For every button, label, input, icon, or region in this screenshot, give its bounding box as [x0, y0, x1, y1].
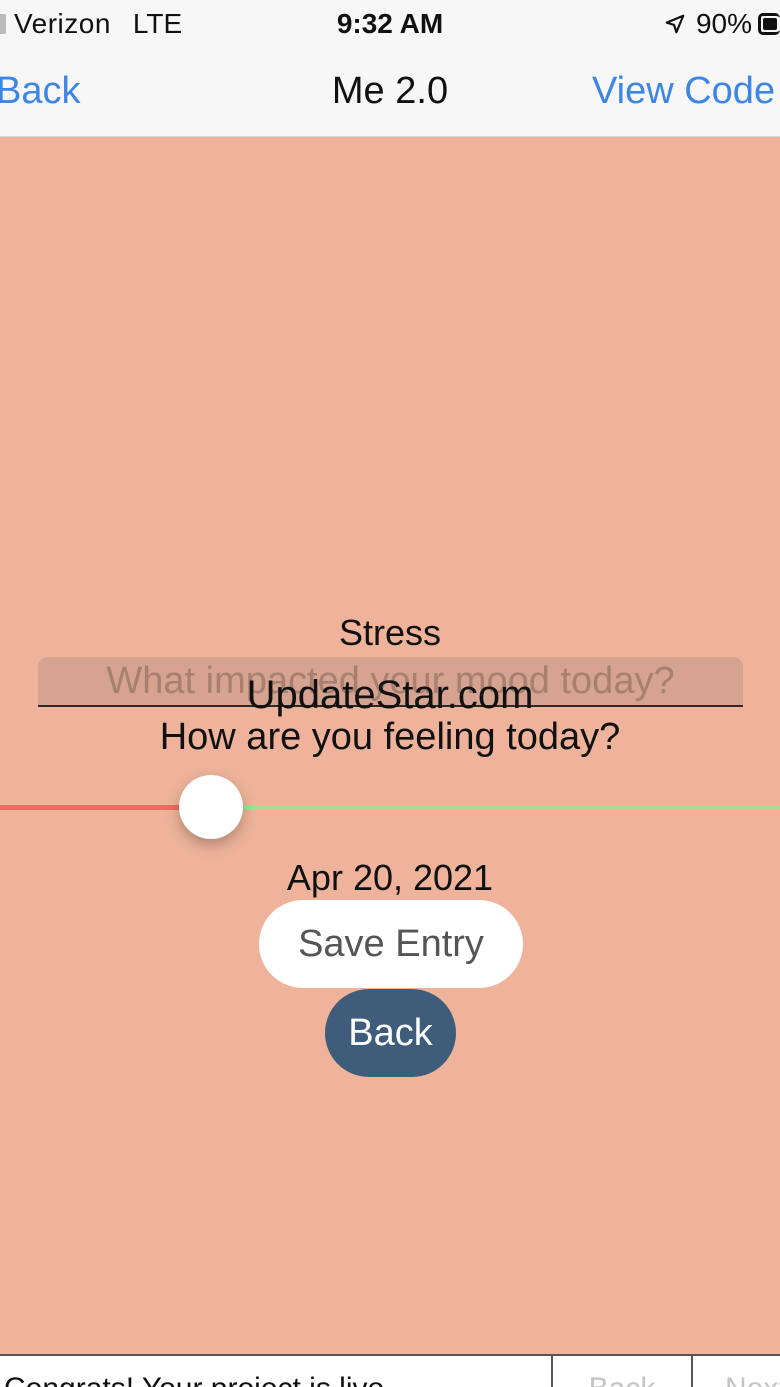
bottom-banner: Congrats! Your project is live. Back Nex…	[0, 1354, 780, 1387]
navigation-bar: Back Me 2.0 View Code	[0, 50, 780, 137]
mood-slider[interactable]	[0, 775, 780, 839]
app-screen: Verizon LTE 9:32 AM 90% Back Me 2.0 View…	[0, 0, 780, 1387]
status-bar: Verizon LTE 9:32 AM 90%	[0, 0, 780, 50]
feeling-question: How are you feeling today?	[159, 716, 621, 758]
save-entry-button[interactable]: Save Entry	[259, 900, 523, 988]
mood-reason-input[interactable]	[38, 657, 743, 707]
battery-icon	[758, 13, 780, 35]
banner-next-button[interactable]: Next	[691, 1356, 780, 1387]
slider-track-max	[211, 805, 780, 810]
mood-label: Stress	[338, 612, 442, 653]
view-code-button[interactable]: View Code	[592, 70, 775, 113]
banner-back-button[interactable]: Back	[551, 1356, 691, 1387]
status-right: 90%	[664, 8, 780, 40]
slider-thumb[interactable]	[179, 775, 243, 839]
location-arrow-icon	[665, 14, 685, 34]
battery-percent: 90%	[695, 8, 752, 39]
back-button[interactable]: Back	[325, 989, 456, 1077]
entry-date: Apr 20, 2021	[286, 857, 494, 898]
banner-message: Congrats! Your project is live.	[4, 1372, 393, 1387]
